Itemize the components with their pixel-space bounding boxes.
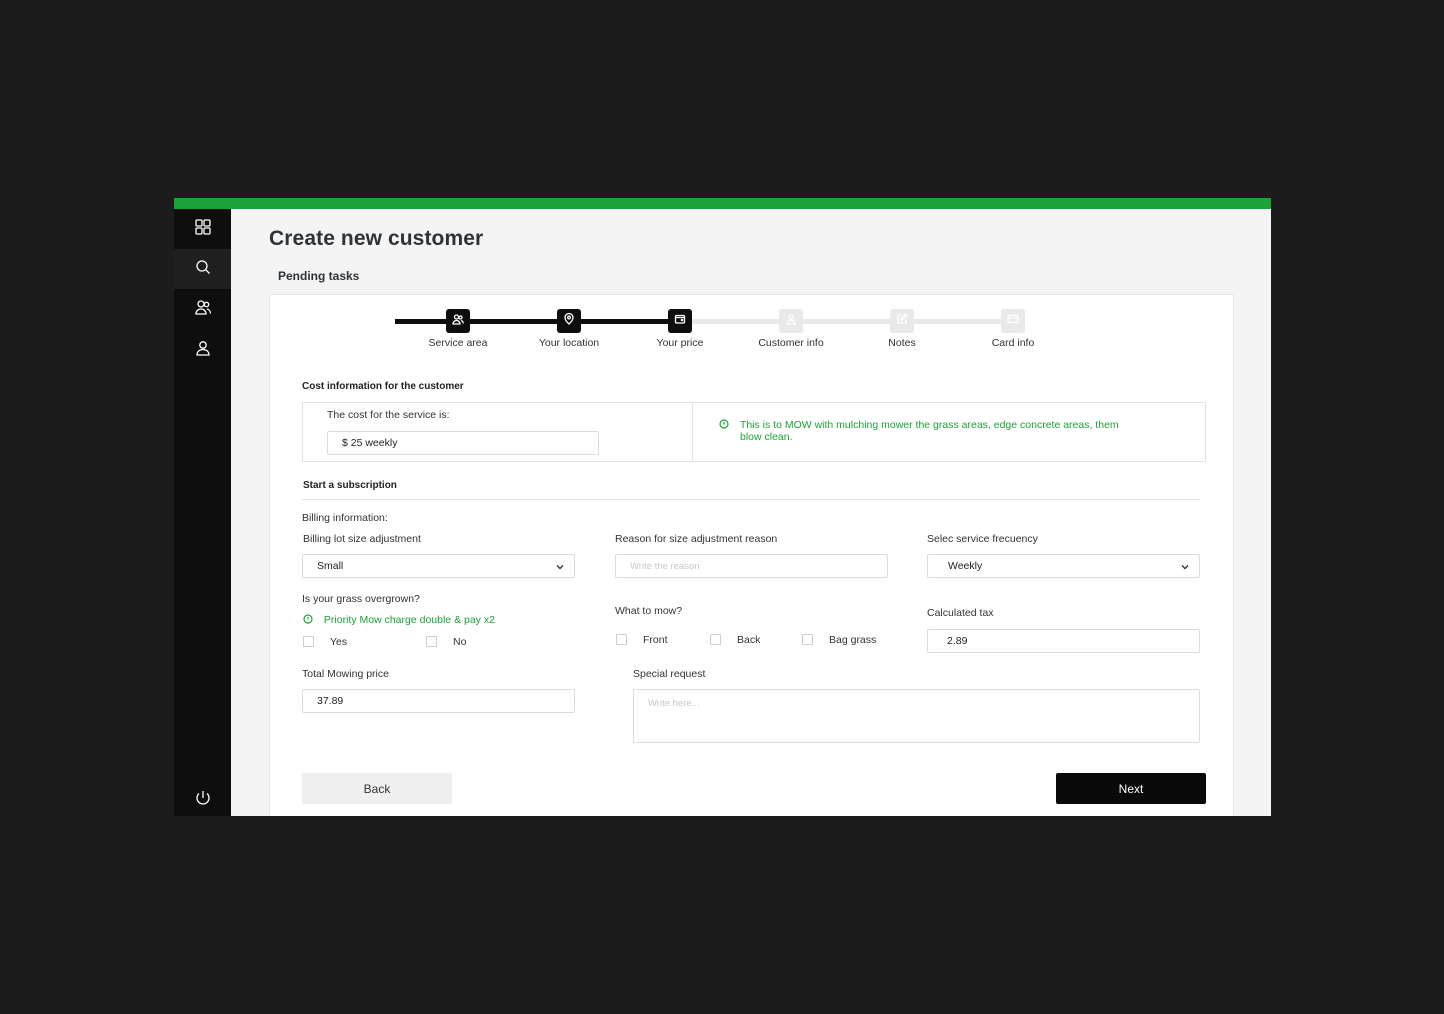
overgrown-yes-label: Yes — [330, 636, 348, 648]
search-icon — [194, 258, 212, 281]
reason-label: Reason for size adjustment reason — [615, 533, 778, 545]
cost-box: The cost for the service is: $ 25 weekly… — [302, 402, 1206, 462]
page-title: Create new customer — [269, 227, 484, 250]
chevron-down-icon — [1181, 562, 1189, 570]
sidebar-item-search[interactable] — [174, 249, 231, 289]
mow-back-label: Back — [737, 634, 761, 646]
step-card-info[interactable] — [1001, 309, 1025, 333]
section-label: Pending tasks — [278, 269, 360, 283]
step-customer-info[interactable] — [779, 309, 803, 333]
stepper-track-todo — [673, 319, 1013, 324]
form-card: Service area Your location Your price Cu… — [269, 294, 1234, 816]
reason-input[interactable]: Write the reason — [615, 554, 888, 578]
overgrown-no-label: No — [453, 636, 467, 648]
cost-divider — [692, 403, 693, 461]
step-label: Service area — [428, 337, 488, 349]
next-button[interactable]: Next — [1056, 773, 1206, 804]
step-label: Notes — [888, 337, 916, 349]
mow-front-checkbox[interactable] — [616, 634, 627, 645]
edit-icon — [896, 312, 908, 330]
step-service-area[interactable] — [446, 309, 470, 333]
power-icon — [194, 789, 212, 812]
lot-size-label: Billing lot size adjustment — [303, 533, 421, 545]
main-content: Create new customer Pending tasks Servic… — [231, 209, 1271, 816]
frequency-value: Weekly — [948, 560, 983, 572]
subscription-heading: Start a subscription — [303, 480, 397, 491]
cost-heading: Cost information for the customer — [302, 381, 464, 392]
top-accent-bar — [174, 198, 1271, 209]
step-label: Your location — [538, 337, 600, 349]
cost-note-line1: This is to MOW with mulching mower the g… — [739, 419, 1119, 431]
credit-card-icon — [1007, 312, 1019, 330]
cost-value-field[interactable]: $ 25 weekly — [327, 431, 599, 455]
info-icon — [719, 419, 729, 429]
user-icon — [194, 339, 212, 362]
overgrown-no-checkbox[interactable] — [426, 636, 437, 647]
lot-size-select[interactable]: Small — [302, 554, 575, 578]
info-icon — [303, 614, 313, 624]
tax-label: Calculated tax — [927, 607, 994, 619]
chevron-down-icon — [556, 562, 564, 570]
user-icon — [785, 312, 797, 330]
stepper: Service area Your location Your price Cu… — [270, 295, 1233, 365]
step-label: Customer info — [758, 337, 824, 349]
what-to-mow-label: What to mow? — [615, 605, 683, 617]
wallet-icon — [674, 312, 686, 330]
app-window: Create new customer Pending tasks Servic… — [174, 198, 1271, 816]
mow-bag-grass-label: Bag grass — [829, 634, 877, 646]
sidebar-item-dashboard[interactable] — [174, 209, 231, 249]
overgrown-yes-checkbox[interactable] — [303, 636, 314, 647]
step-your-price[interactable] — [668, 309, 692, 333]
total-label: Total Mowing price — [302, 668, 389, 680]
billing-info-label: Billing information: — [302, 512, 388, 524]
step-label: Card info — [991, 337, 1035, 349]
cost-note-line2: blow clean. — [740, 431, 793, 443]
cost-label: The cost for the service is: — [327, 409, 450, 421]
sidebar-item-profile[interactable] — [174, 330, 231, 370]
users-icon — [452, 312, 464, 330]
back-button[interactable]: Back — [302, 773, 452, 804]
users-icon — [194, 298, 212, 321]
sidebar-item-logout[interactable] — [174, 789, 231, 811]
overgrown-label: Is your grass overgrown? — [302, 593, 420, 605]
sidebar-accent — [174, 198, 231, 209]
frequency-label: Selec service frecuency — [927, 533, 1038, 545]
special-request-textarea[interactable]: Write here... — [633, 689, 1200, 743]
step-your-location[interactable] — [557, 309, 581, 333]
cost-note: This is to MOW with mulching mower the g… — [719, 419, 1139, 443]
overgrown-note: Priority Mow charge double & pay x2 — [303, 614, 495, 626]
location-pin-icon — [563, 312, 575, 330]
grid-icon — [194, 218, 212, 241]
mow-bag-grass-checkbox[interactable] — [802, 634, 813, 645]
frequency-select[interactable]: Weekly — [927, 554, 1200, 578]
step-notes[interactable] — [890, 309, 914, 333]
special-request-label: Special request — [633, 668, 706, 680]
sidebar — [174, 198, 231, 816]
step-label: Your price — [656, 337, 704, 349]
total-field[interactable]: 37.89 — [302, 689, 575, 713]
divider — [302, 499, 1200, 500]
lot-size-value: Small — [317, 560, 344, 572]
overgrown-note-text: Priority Mow charge double & pay x2 — [323, 614, 495, 626]
stepper-track-done — [395, 319, 673, 324]
mow-front-label: Front — [643, 634, 668, 646]
mow-back-checkbox[interactable] — [710, 634, 721, 645]
sidebar-item-customers[interactable] — [174, 289, 231, 329]
tax-field[interactable]: 2.89 — [927, 629, 1200, 653]
